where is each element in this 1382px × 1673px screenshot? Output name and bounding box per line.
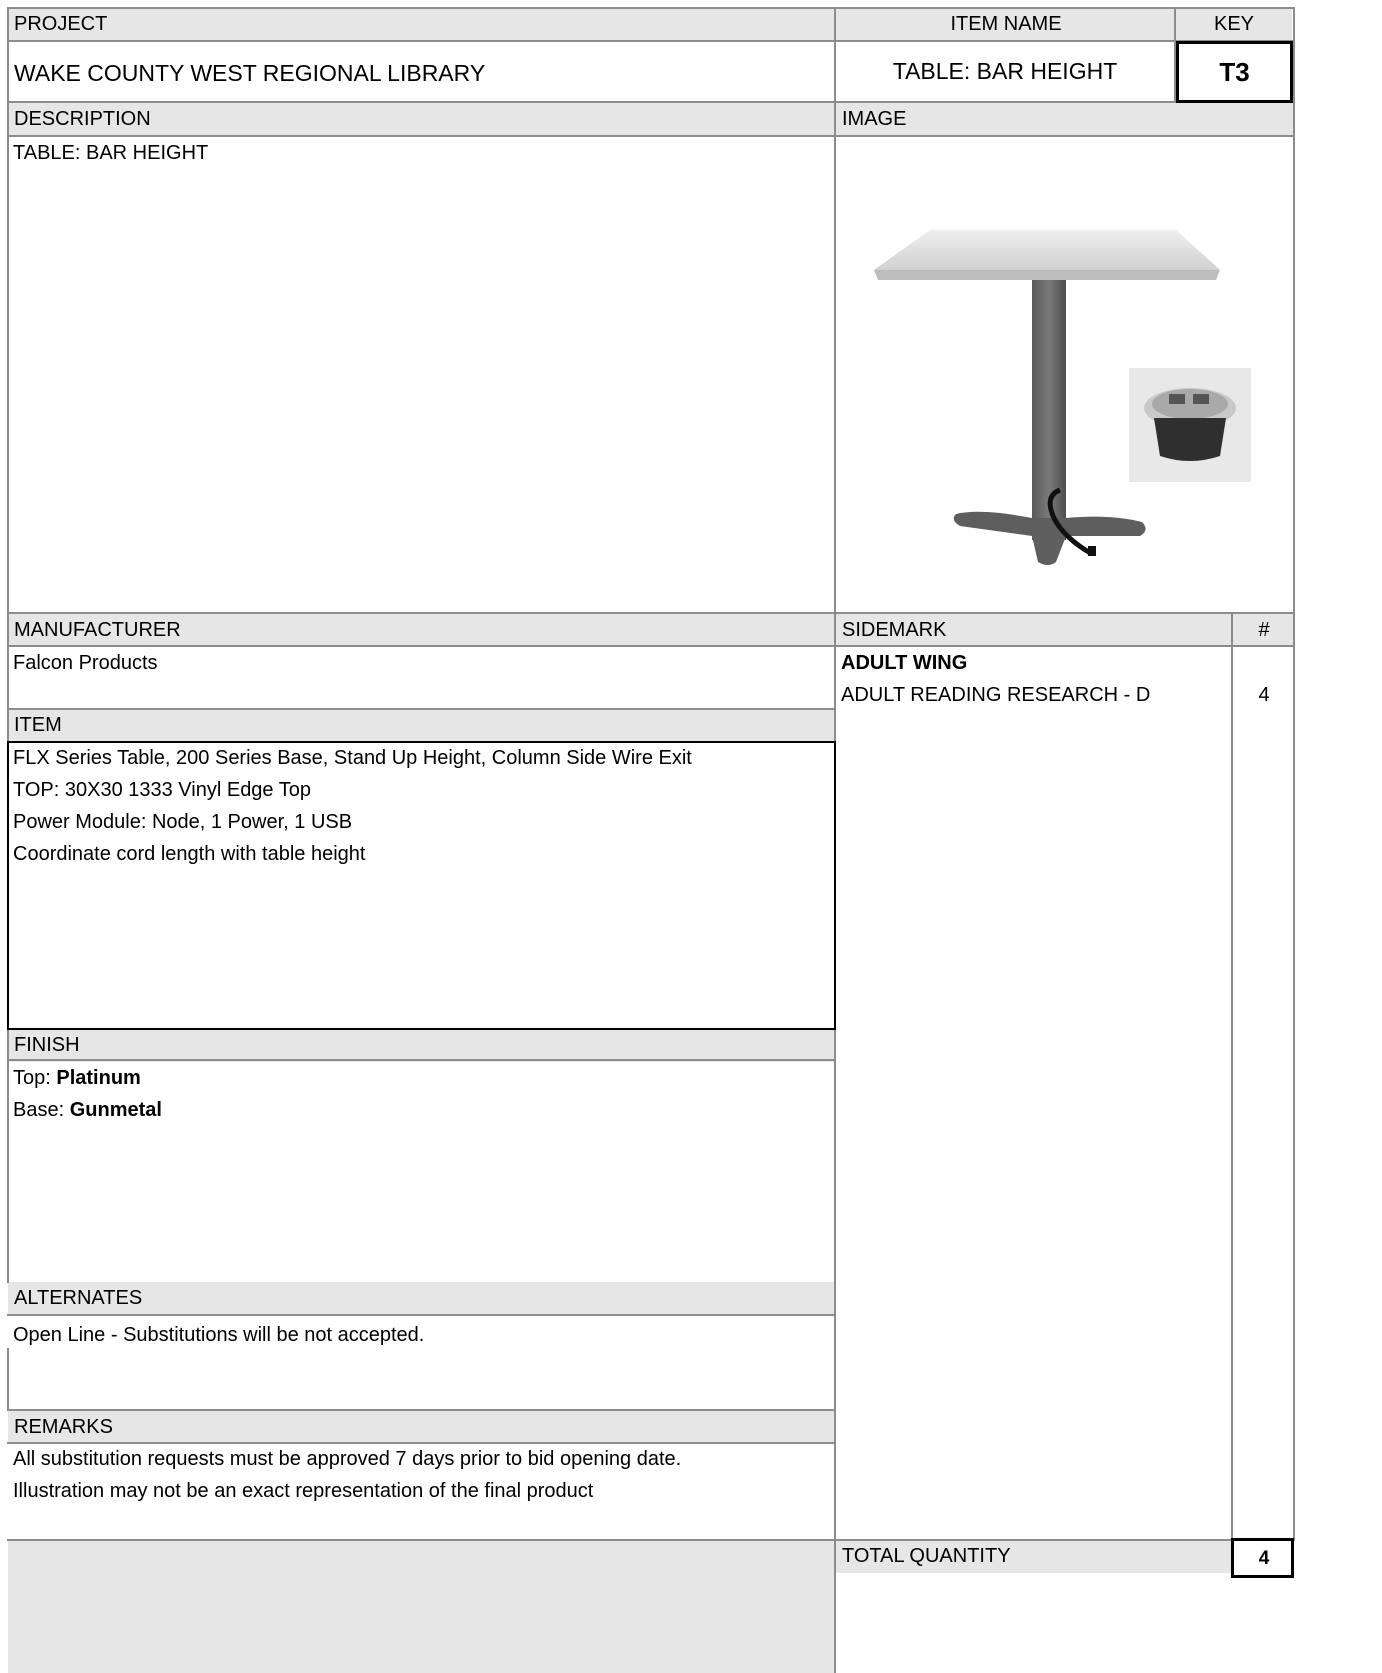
manufacturer-name: Falcon Products — [13, 652, 158, 674]
alternates-header: ALTERNATES — [8, 1282, 836, 1315]
sidemark-row-name: ADULT READING RESEARCH - D — [841, 684, 1151, 706]
finish-top: Top: Platinum — [7, 1061, 141, 1095]
finish-header: FINISH — [8, 1029, 836, 1062]
total-quantity-value: 4 — [1258, 1548, 1270, 1569]
finish-top-value: Platinum — [56, 1067, 141, 1089]
total-quantity-label: TOTAL QUANTITY — [836, 1540, 1234, 1573]
sidemark-group: ADULT WING — [841, 652, 968, 674]
power-module-icon — [1144, 388, 1236, 461]
sidemark-header: SIDEMARK — [836, 614, 1234, 647]
item-line: TOP: 30X30 1333 Vinyl Edge Top — [13, 779, 311, 801]
key-header: KEY — [1176, 8, 1292, 41]
remarks-line: Illustration may not be an exact represe… — [13, 1480, 594, 1502]
key-value: T3 — [1219, 57, 1250, 87]
alternates-text: Open Line - Substitutions will be not ac… — [13, 1324, 425, 1346]
manufacturer-header: MANUFACTURER — [8, 614, 836, 647]
power-module-inset — [1129, 368, 1251, 482]
qty-header: # — [1234, 614, 1294, 647]
item-header: ITEM — [8, 709, 836, 742]
image-header: IMAGE — [836, 103, 1294, 136]
item-lines: FLX Series Table, 200 Series Base, Stand… — [7, 742, 692, 870]
remarks-line: All substitution requests must be approv… — [13, 1448, 682, 1470]
item-name-value: TABLE: BAR HEIGHT — [892, 58, 1118, 84]
finish-top-label: Top: — [13, 1067, 51, 1089]
finish-base: Base: Gunmetal — [7, 1093, 162, 1127]
item-name-header: ITEM NAME — [836, 8, 1176, 41]
project-name: WAKE COUNTY WEST REGIONAL LIBRARY — [14, 60, 486, 86]
item-line: Power Module: Node, 1 Power, 1 USB — [13, 811, 353, 833]
item-line: FLX Series Table, 200 Series Base, Stand… — [13, 747, 692, 769]
finish-base-label: Base: — [13, 1099, 65, 1121]
description-text: TABLE: BAR HEIGHT — [13, 142, 209, 164]
item-line: Coordinate cord length with table height — [13, 843, 366, 865]
description-header: DESCRIPTION — [8, 103, 836, 136]
project-header: PROJECT — [8, 8, 836, 41]
footer-blank-band — [8, 1540, 836, 1673]
finish-base-value: Gunmetal — [69, 1099, 162, 1121]
remarks-header: REMARKS — [8, 1411, 836, 1444]
remarks-lines: All substitution requests must be approv… — [7, 1443, 681, 1507]
sidemark-row-qty: 4 — [1258, 684, 1270, 706]
